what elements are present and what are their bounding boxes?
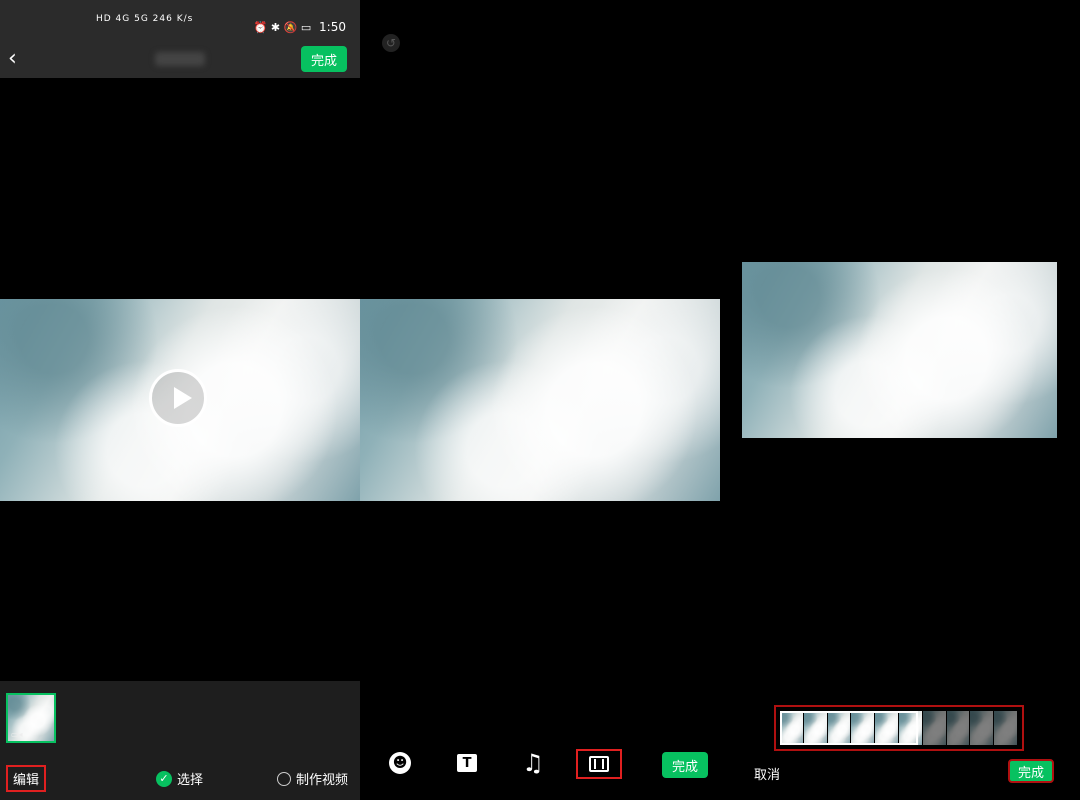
frame-image — [970, 711, 994, 745]
video-trim-panel: 取消 完成 — [720, 0, 1080, 800]
timeline-frame — [875, 711, 899, 745]
radio-icon — [276, 771, 291, 786]
video-thumbnail[interactable]: ▭◂ — [6, 693, 56, 743]
play-icon[interactable] — [149, 369, 207, 427]
done-button[interactable]: 完成 — [662, 752, 708, 778]
frame-strip — [780, 711, 1018, 745]
undo-icon[interactable]: ↺ — [382, 34, 400, 52]
frame-image — [803, 711, 827, 745]
bottom-bar: ▭◂ 编辑 ✓ 选择 制作视频 — [0, 681, 360, 800]
timeline-frame — [851, 711, 876, 745]
trim-preview — [742, 262, 1057, 438]
emoji-icon[interactable]: ☻ — [388, 745, 412, 781]
cancel-button[interactable]: 取消 — [754, 764, 780, 783]
check-icon: ✓ — [156, 770, 172, 787]
frame-image — [780, 711, 803, 745]
text-icon[interactable]: T — [455, 745, 479, 781]
select-label: 选择 — [177, 773, 204, 788]
frame-image — [994, 711, 1017, 745]
done-button[interactable]: 完成 — [301, 46, 347, 72]
edit-preview — [360, 299, 720, 501]
chevron-left-icon[interactable]: ‹ — [8, 46, 17, 71]
text-glyph: T — [457, 754, 477, 772]
frame-image — [875, 711, 898, 745]
status-icons: ⏰ ✱ 🔕 ▭ — [253, 21, 312, 34]
emoji-face: ☻ — [389, 752, 411, 774]
edit-button[interactable]: 编辑 — [6, 765, 47, 792]
timeline-frame — [898, 711, 923, 745]
clip-icon[interactable] — [576, 749, 622, 779]
timeline-frame — [970, 711, 995, 745]
network-status: HD 4G 5G 246 K/s — [96, 14, 194, 24]
clock: 1:50 — [319, 20, 346, 34]
make-video-option[interactable]: 制作视频 — [276, 769, 348, 788]
video-edit-panel: ↺ ☻ T ♫ 完成 — [360, 0, 720, 800]
timeline-frame — [803, 711, 828, 745]
frame-image — [898, 711, 922, 745]
frame-image — [827, 711, 851, 745]
status-right: ⏰ ✱ 🔕 ▭ 1:50 — [254, 20, 346, 34]
timeline-frame — [922, 711, 947, 745]
timeline-frame — [827, 711, 852, 745]
frame-image — [946, 711, 970, 745]
timeline-frame — [994, 711, 1018, 745]
film-frame — [589, 756, 609, 772]
timeline-frame — [780, 711, 804, 745]
timeline-strip[interactable] — [774, 705, 1024, 751]
music-icon[interactable]: ♫ — [520, 745, 546, 781]
title-bar: ‹ 完成 — [0, 42, 360, 78]
frame-image — [851, 711, 875, 745]
select-option[interactable]: ✓ 选择 — [156, 769, 203, 788]
video-preview-panel: HD 4G 5G 246 K/s ⏰ ✱ 🔕 ▭ 1:50 ‹ 完成 ▭◂ 编辑… — [0, 0, 360, 800]
make-video-label: 制作视频 — [295, 773, 348, 788]
video-camera-icon: ▭◂ — [11, 730, 23, 739]
done-button[interactable]: 完成 — [1008, 759, 1054, 783]
timeline-frame — [946, 711, 971, 745]
status-bar: HD 4G 5G 246 K/s ⏰ ✱ 🔕 ▭ 1:50 — [0, 0, 360, 42]
frame-image — [922, 711, 946, 745]
blurred-title — [155, 52, 205, 66]
